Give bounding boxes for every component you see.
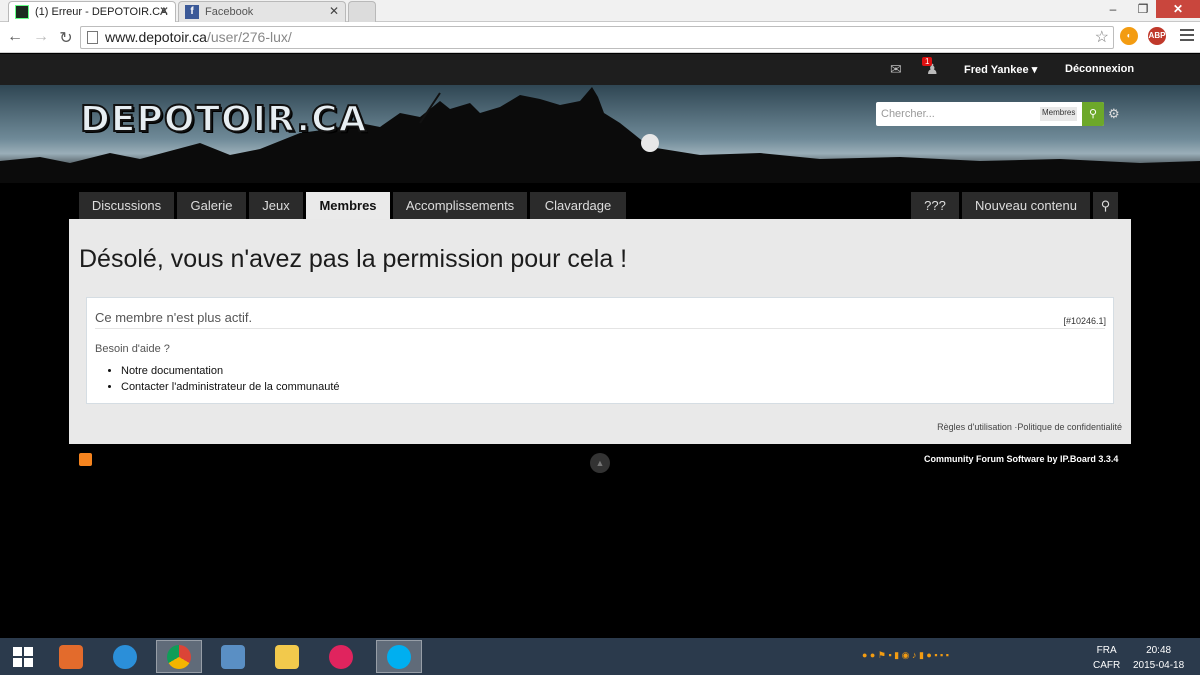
inbox-icon[interactable]: ✉: [890, 61, 902, 78]
new-tab-button[interactable]: [348, 1, 376, 22]
rss-icon[interactable]: [79, 453, 92, 466]
search-scope[interactable]: Membres: [1040, 107, 1078, 121]
skype-icon[interactable]: [376, 640, 422, 673]
tab-unknown[interactable]: ???: [911, 192, 959, 219]
site-banner: DEPOTOIR.CA Chercher... Membres ⚲ ⚙: [0, 85, 1200, 183]
error-message-box: Ce membre n'est plus actif. [#10246.1] B…: [86, 297, 1114, 404]
user-menu[interactable]: Fred Yankee ▾: [964, 63, 1037, 76]
adblock-icon[interactable]: ABP: [1148, 27, 1166, 45]
documentation-link[interactable]: Notre documentation: [121, 365, 340, 377]
media-player-icon[interactable]: [48, 640, 94, 673]
time: 20:48: [1146, 645, 1172, 656]
error-code: [#10246.1]: [1063, 316, 1106, 326]
browser-tab-title: (1) Erreur - DEPOTOIR.CA: [35, 6, 168, 18]
extension-icon[interactable]: ◐: [1120, 27, 1138, 45]
tab-discussions[interactable]: Discussions: [79, 192, 174, 219]
depotoir-favicon-icon: [15, 5, 29, 19]
browser-tab-facebook[interactable]: f Facebook ✕: [178, 1, 346, 22]
chrome-icon[interactable]: [156, 640, 202, 673]
browser-tab-title: Facebook: [205, 6, 254, 18]
url-host: www.depotoir.ca: [105, 29, 207, 45]
close-tab-icon[interactable]: ✕: [159, 4, 169, 18]
itunes-icon[interactable]: [318, 640, 364, 673]
control-panel-icon[interactable]: [210, 640, 256, 673]
back-to-top-icon[interactable]: ▲: [590, 453, 610, 473]
privacy-link[interactable]: Politique de confidentialité: [1017, 422, 1122, 432]
powered-by-link[interactable]: Community Forum Software by IP.Board 3.3…: [924, 454, 1118, 464]
tab-new-content[interactable]: Nouveau contenu: [962, 192, 1090, 219]
clock[interactable]: 20:48 2015-04-18: [1133, 643, 1184, 673]
terms-link[interactable]: Règles d'utilisation: [937, 422, 1012, 432]
close-window-icon[interactable]: ✕: [1156, 0, 1200, 18]
tab-clavardage[interactable]: Clavardage: [530, 192, 626, 219]
restore-icon[interactable]: ❐: [1130, 0, 1156, 18]
page-icon: [87, 31, 98, 44]
search-icon[interactable]: ⚲: [1082, 102, 1104, 126]
page-title: Désolé, vous n'avez pas la permission po…: [79, 245, 628, 273]
search-input[interactable]: Chercher...: [881, 108, 935, 120]
divider: [95, 328, 1105, 329]
reload-icon[interactable]: ↻: [56, 28, 76, 48]
map-pin-icon[interactable]: ⚲: [1093, 192, 1118, 219]
error-message: Ce membre n'est plus actif.: [95, 310, 253, 325]
address-bar[interactable]: www.depotoir.ca/user/276-lux/ ☆: [80, 26, 1114, 49]
tab-membres[interactable]: Membres: [306, 192, 390, 219]
language: FRA: [1096, 645, 1117, 656]
url-path: /user/276-lux/: [206, 29, 292, 45]
minimize-icon[interactable]: –: [1100, 0, 1126, 18]
contact-admin-link[interactable]: Contacter l'administrateur de la communa…: [121, 381, 340, 393]
date: 2015-04-18: [1133, 660, 1185, 671]
tab-accomplissements[interactable]: Accomplissements: [393, 192, 527, 219]
search-box[interactable]: Chercher... Membres ⚲: [876, 102, 1104, 126]
user-bar: ✉ ♟ 1 Fred Yankee ▾ Déconnexion: [0, 54, 1200, 85]
chrome-menu-icon[interactable]: [1180, 29, 1194, 44]
windows-taskbar: [0, 638, 1200, 675]
back-arrow-icon[interactable]: ←: [5, 28, 25, 46]
tab-galerie[interactable]: Galerie: [177, 192, 246, 219]
help-heading: Besoin d'aide ?: [95, 343, 170, 355]
forward-arrow-icon[interactable]: →: [31, 28, 51, 46]
browser-toolbar: ← → ↻ www.depotoir.ca/user/276-lux/ ☆: [0, 22, 1200, 53]
browser-tab-strip: (1) Erreur - DEPOTOIR.CA ✕ f Facebook ✕ …: [0, 0, 1200, 22]
caret-down-icon: ▾: [1031, 64, 1038, 76]
language-indicator[interactable]: FRA CAFR: [1093, 643, 1120, 673]
main-content: Désolé, vous n'avez pas la permission po…: [69, 219, 1131, 444]
footer-links: Règles d'utilisation ·Politique de confi…: [937, 422, 1122, 432]
username: Fred Yankee: [964, 64, 1029, 76]
notification-badge: 1: [922, 57, 933, 66]
tab-jeux[interactable]: Jeux: [249, 192, 303, 219]
site-logo[interactable]: DEPOTOIR.CA: [79, 98, 367, 141]
windows-start-icon[interactable]: [0, 640, 46, 673]
bookmark-star-icon[interactable]: ☆: [1095, 27, 1109, 47]
internet-explorer-icon[interactable]: [102, 640, 148, 673]
browser-tab-depotoir[interactable]: (1) Erreur - DEPOTOIR.CA ✕: [8, 1, 176, 22]
gear-icon[interactable]: ⚙: [1108, 106, 1120, 122]
logout-link[interactable]: Déconnexion: [1065, 63, 1134, 75]
help-links: Notre documentation Contacter l'administ…: [121, 365, 340, 397]
keyboard-layout: CAFR: [1093, 660, 1121, 671]
tray-notification-icons[interactable]: ● ● ⚑ ▪ ▮ ◉ ♪ ▮ ● ▪ ▪ ▪: [862, 650, 949, 661]
close-tab-icon[interactable]: ✕: [329, 4, 339, 18]
facebook-favicon-icon: f: [185, 5, 199, 19]
file-explorer-icon[interactable]: [264, 640, 310, 673]
